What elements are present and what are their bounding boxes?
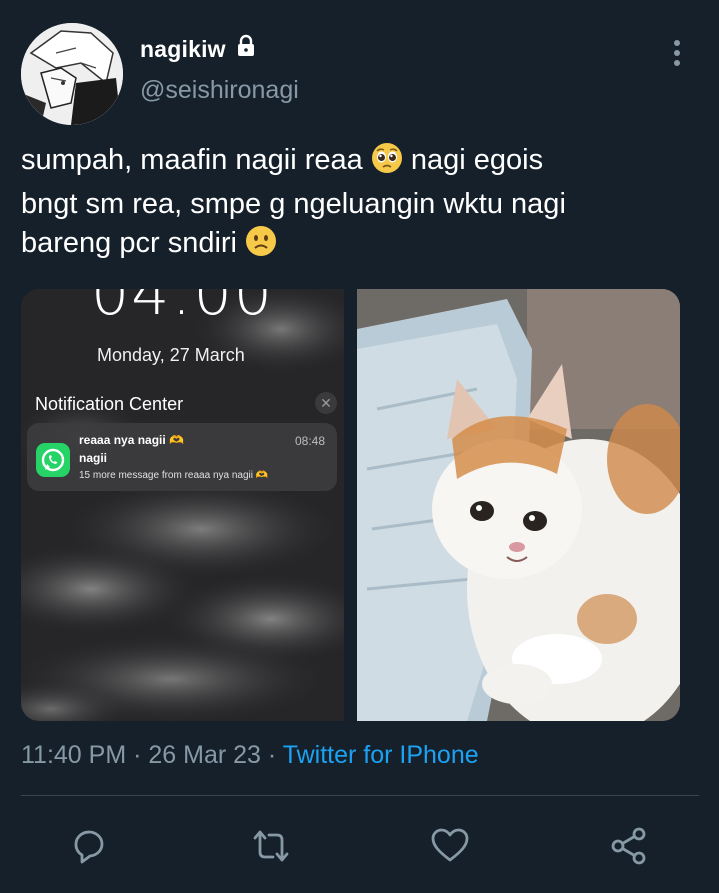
- tweet-time: 11:40 PM: [21, 741, 127, 769]
- tweet-meta: 11:40 PM · 26 Mar 23 · Twitter for IPhon…: [21, 741, 479, 770]
- pleading-face-emoji: [371, 142, 403, 185]
- notification-sender: nagii: [79, 451, 108, 465]
- whatsapp-icon: [36, 443, 70, 477]
- tweet-source-link[interactable]: Twitter for IPhone: [283, 741, 479, 769]
- notification-center-label: Notification Center: [35, 394, 184, 414]
- divider: [21, 795, 699, 796]
- avatar[interactable]: [21, 23, 123, 125]
- slightly-frowning-face-emoji: [245, 225, 277, 268]
- reply-icon[interactable]: [70, 826, 110, 866]
- user-handle[interactable]: @seishironagi: [140, 76, 299, 105]
- tweet-line-2: bngt sm rea, smpe g ngeluangin wktu nagi: [21, 188, 566, 220]
- meta-separator: ·: [126, 741, 149, 769]
- notification-body: 15 more message from reaaa nya nagii 🫶: [79, 470, 269, 481]
- tweet-text: sumpah, maafin nagii reaa nagi egois bng…: [21, 141, 701, 268]
- notification-time: 08:48: [294, 434, 325, 448]
- tweet-line-1a: sumpah, maafin nagii reaa: [21, 144, 371, 176]
- display-name[interactable]: nagikiw: [140, 34, 258, 64]
- tweet-line-3: bareng pcr sndiri: [21, 227, 246, 259]
- lock-icon: [234, 34, 258, 64]
- meta-separator-2: ·: [260, 741, 283, 769]
- tweet-line-1b: nagi egois: [402, 144, 544, 176]
- tweet-media[interactable]: 04:00 Monday, 27 March Notification Cent…: [21, 289, 680, 721]
- retweet-icon[interactable]: [251, 826, 291, 866]
- share-icon[interactable]: [609, 826, 649, 866]
- lockscreen-clock: 04:00: [91, 289, 274, 329]
- more-options-icon[interactable]: [665, 38, 689, 68]
- lockscreen-date: Monday, 27 March: [97, 345, 245, 365]
- heart-icon[interactable]: [430, 826, 470, 866]
- notification-title: reaaa nya nagii 🫶: [79, 433, 184, 447]
- close-icon: ✕: [315, 392, 337, 414]
- notification-card: reaaa nya nagii 🫶 08:48 nagii 15 more me…: [27, 423, 337, 491]
- lockscreen-screenshot[interactable]: 04:00 Monday, 27 March Notification Cent…: [21, 289, 344, 721]
- tweet-date: 26 Mar 23: [148, 741, 261, 769]
- crying-cat-image[interactable]: [357, 289, 680, 721]
- display-name-text: nagikiw: [140, 35, 226, 62]
